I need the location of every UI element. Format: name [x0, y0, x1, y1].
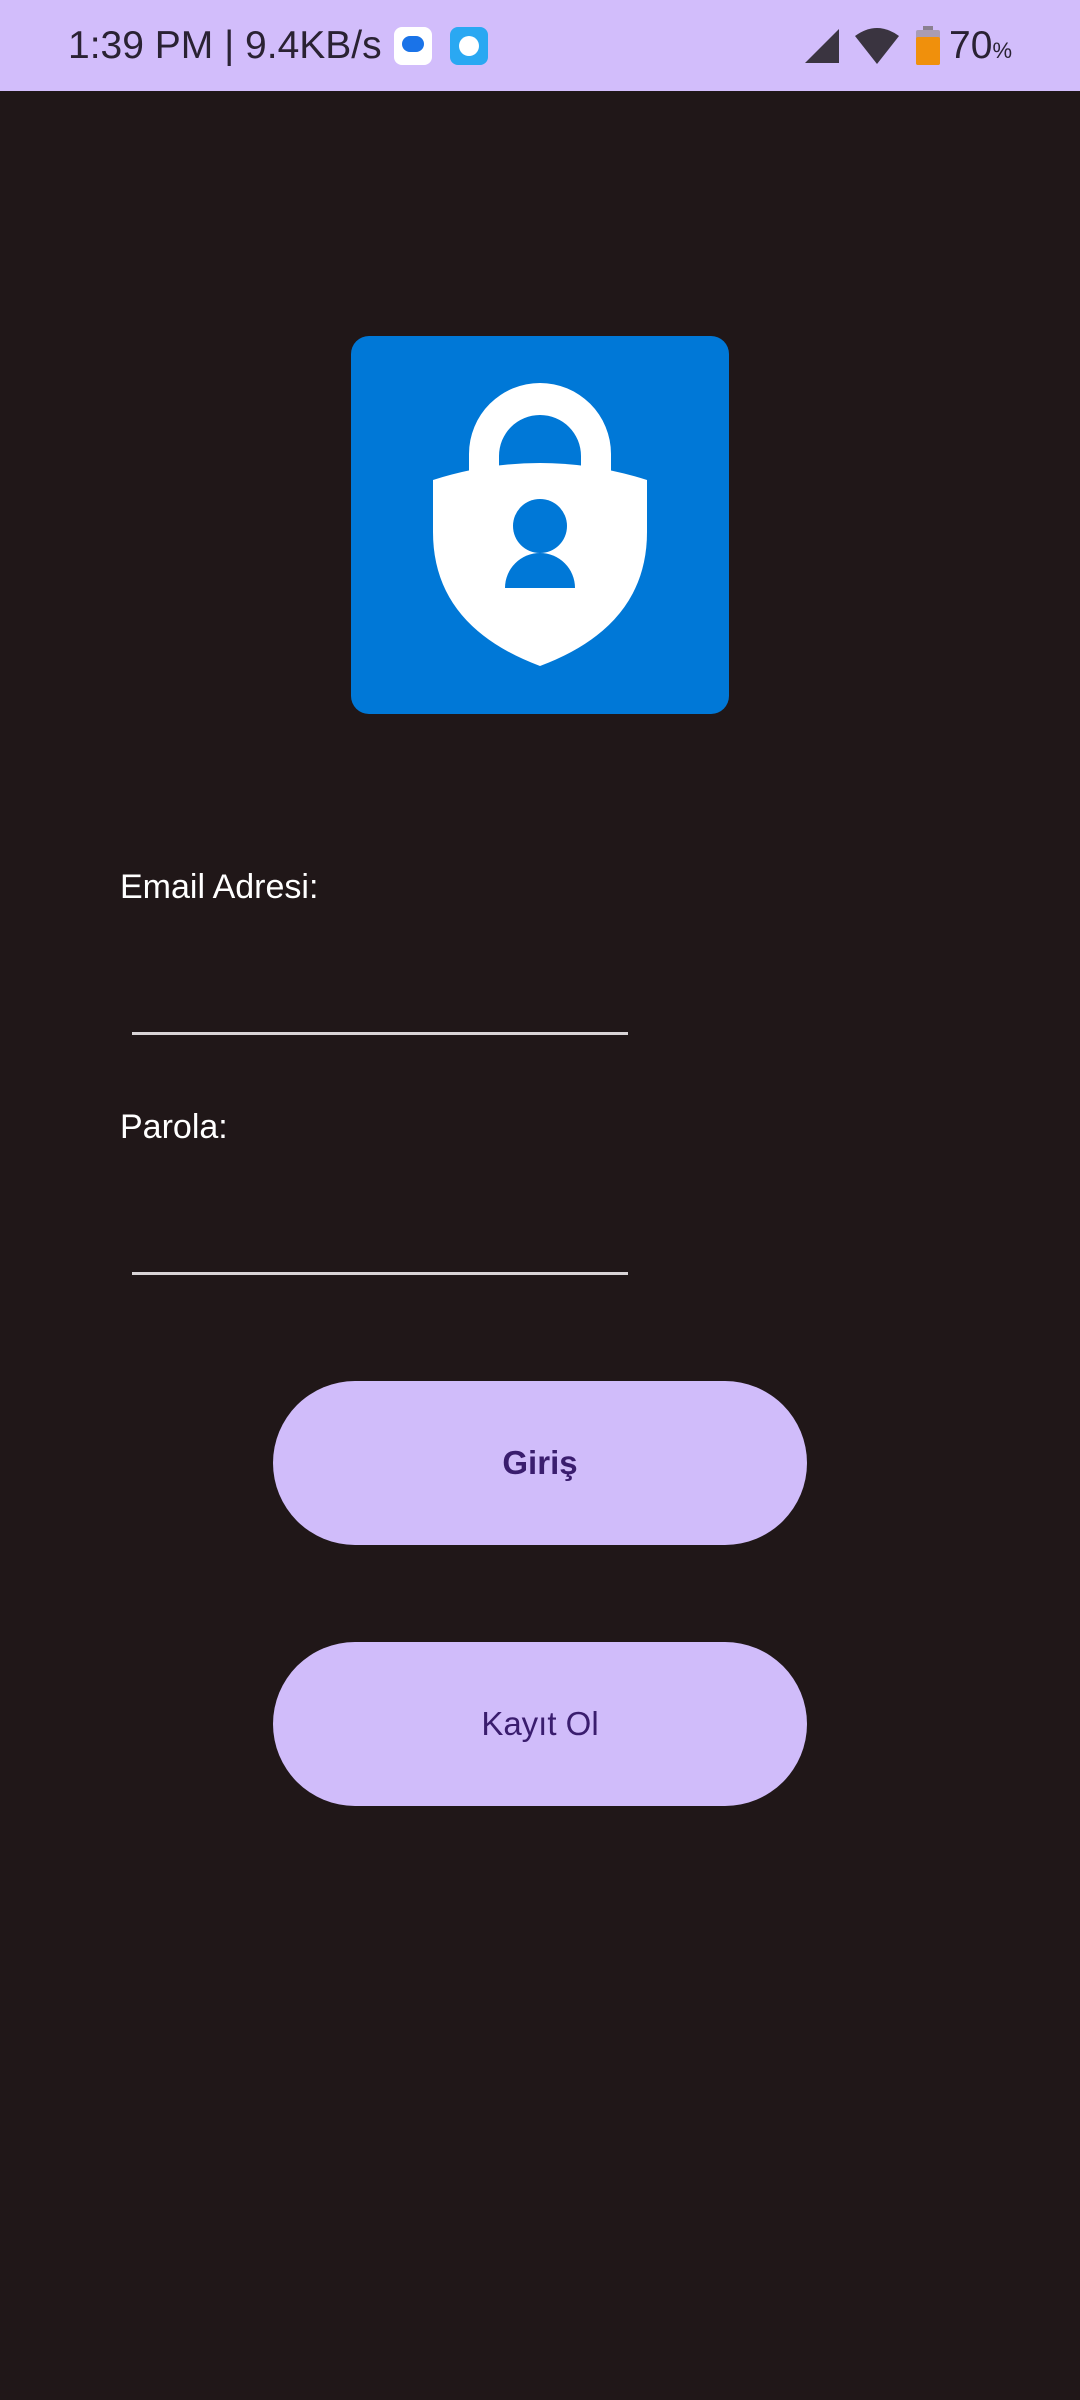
battery-level: 70% — [949, 24, 1012, 68]
status-left: 1:39 PM | 9.4KB/s — [68, 0, 488, 91]
battery-icon — [916, 25, 941, 65]
login-button[interactable]: Giriş — [273, 1381, 807, 1545]
battery-value: 70 — [949, 23, 993, 67]
app-logo — [351, 336, 729, 714]
authenticator-lock-icon — [433, 383, 647, 666]
register-button[interactable]: Kayıt Ol — [273, 1642, 807, 1806]
email-label: Email Adresi: — [120, 868, 319, 906]
messages-icon — [393, 26, 432, 65]
email-field[interactable] — [132, 962, 628, 1035]
password-label: Parola: — [120, 1108, 228, 1146]
status-time-speed: 1:39 PM | 9.4KB/s — [68, 23, 382, 67]
status-bar: 1:39 PM | 9.4KB/s 70% — [0, 0, 1080, 91]
wifi-icon — [855, 27, 900, 64]
cell-signal-icon — [805, 28, 840, 63]
password-field[interactable] — [132, 1202, 628, 1275]
battery-unit: % — [992, 37, 1012, 63]
chat-icon — [449, 26, 488, 65]
status-right: 70% — [803, 0, 1012, 91]
